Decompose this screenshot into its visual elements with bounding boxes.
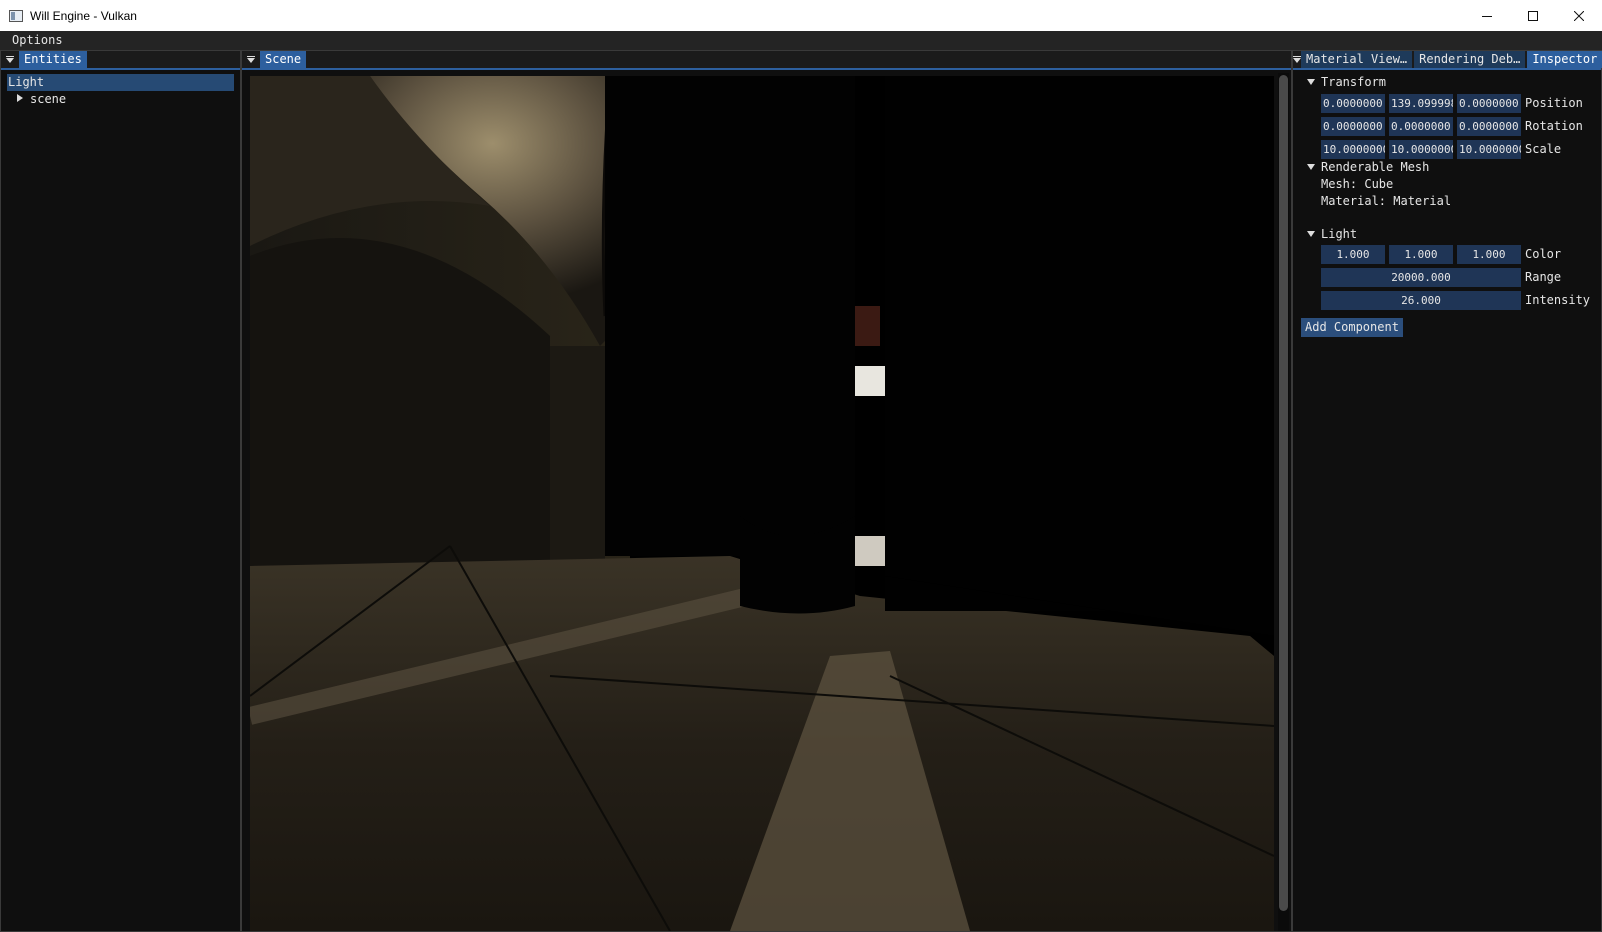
tab-inspector[interactable]: Inspector: [1527, 51, 1602, 68]
position-label: Position: [1525, 96, 1583, 110]
dock-menu-icon[interactable]: [242, 51, 260, 68]
entities-panel: Entities Light scene: [0, 50, 241, 932]
tab-entities[interactable]: Entities: [19, 51, 87, 68]
range-label: Range: [1525, 270, 1562, 284]
collapse-arrow-icon: [1307, 164, 1315, 170]
dock-menu-icon[interactable]: [1, 51, 19, 68]
scene-render-image: [250, 76, 1274, 931]
scene-panel: Scene: [241, 50, 1292, 932]
scale-z-field[interactable]: 10.0000000: [1457, 140, 1521, 159]
scene-viewport[interactable]: [250, 76, 1274, 931]
collapse-arrow-icon: [1307, 231, 1315, 237]
scrollbar-thumb[interactable]: [1279, 75, 1288, 911]
color-label: Color: [1525, 247, 1562, 261]
tab-scene[interactable]: Scene: [260, 51, 307, 68]
collapse-arrow-icon: [1307, 79, 1315, 85]
rotation-z-field[interactable]: 0.0000000: [1457, 117, 1521, 136]
minimize-icon: [1482, 15, 1492, 17]
rotation-label: Rotation: [1525, 119, 1583, 133]
renderable-mesh-header[interactable]: Renderable Mesh: [1307, 159, 1429, 176]
scale-x-field[interactable]: 10.0000000: [1321, 140, 1385, 159]
scale-label: Scale: [1525, 142, 1562, 156]
maximize-button[interactable]: [1510, 0, 1556, 31]
menu-bar: Options: [0, 31, 1602, 50]
color-b-field[interactable]: 1.000: [1457, 245, 1521, 264]
scene-tab-bar: Scene: [242, 51, 1291, 70]
scale-y-field[interactable]: 10.0000000: [1389, 140, 1453, 159]
transform-header[interactable]: Transform: [1307, 74, 1386, 91]
entities-tab-bar: Entities: [1, 51, 240, 70]
inspector-panel: Material View… Rendering Deb… Inspector …: [1292, 50, 1602, 932]
window-title-bar: Will Engine - Vulkan: [0, 0, 1602, 31]
entity-tree: Light scene: [7, 74, 234, 108]
entity-item-scene[interactable]: scene: [7, 91, 234, 108]
mesh-name-text: Mesh: Cube: [1321, 177, 1394, 191]
close-icon: [1574, 10, 1584, 21]
window-title: Will Engine - Vulkan: [30, 8, 137, 23]
rotation-x-field[interactable]: 0.0000000: [1321, 117, 1385, 136]
minimize-button[interactable]: [1464, 0, 1510, 31]
range-field[interactable]: 20000.000: [1321, 268, 1521, 287]
intensity-label: Intensity: [1525, 293, 1591, 307]
scene-scrollbar[interactable]: [1278, 73, 1289, 931]
close-button[interactable]: [1556, 0, 1602, 31]
color-g-field[interactable]: 1.000: [1389, 245, 1453, 264]
app-icon: [9, 9, 23, 22]
tab-material-viewer[interactable]: Material View…: [1301, 51, 1413, 68]
position-x-field[interactable]: 0.0000000: [1321, 94, 1385, 113]
add-component-button[interactable]: Add Component: [1301, 318, 1403, 337]
expand-arrow-icon[interactable]: [17, 94, 23, 102]
rotation-y-field[interactable]: 0.0000000: [1389, 117, 1453, 136]
entity-label: Light: [8, 75, 45, 89]
position-y-field[interactable]: 139.099998: [1389, 94, 1453, 113]
menu-options[interactable]: Options: [0, 31, 75, 50]
entity-item-light[interactable]: Light: [7, 74, 234, 91]
intensity-field[interactable]: 26.000: [1321, 291, 1521, 310]
maximize-icon: [1528, 10, 1538, 21]
light-header[interactable]: Light: [1307, 226, 1357, 243]
dock-menu-icon[interactable]: [1293, 51, 1301, 68]
position-z-field[interactable]: 0.0000000: [1457, 94, 1521, 113]
material-name-text: Material: Material: [1321, 194, 1452, 208]
entity-label: scene: [30, 92, 67, 106]
tab-rendering-debug[interactable]: Rendering Deb…: [1414, 51, 1526, 68]
inspector-tab-bar: Material View… Rendering Deb… Inspector: [1293, 51, 1602, 70]
color-r-field[interactable]: 1.000: [1321, 245, 1385, 264]
